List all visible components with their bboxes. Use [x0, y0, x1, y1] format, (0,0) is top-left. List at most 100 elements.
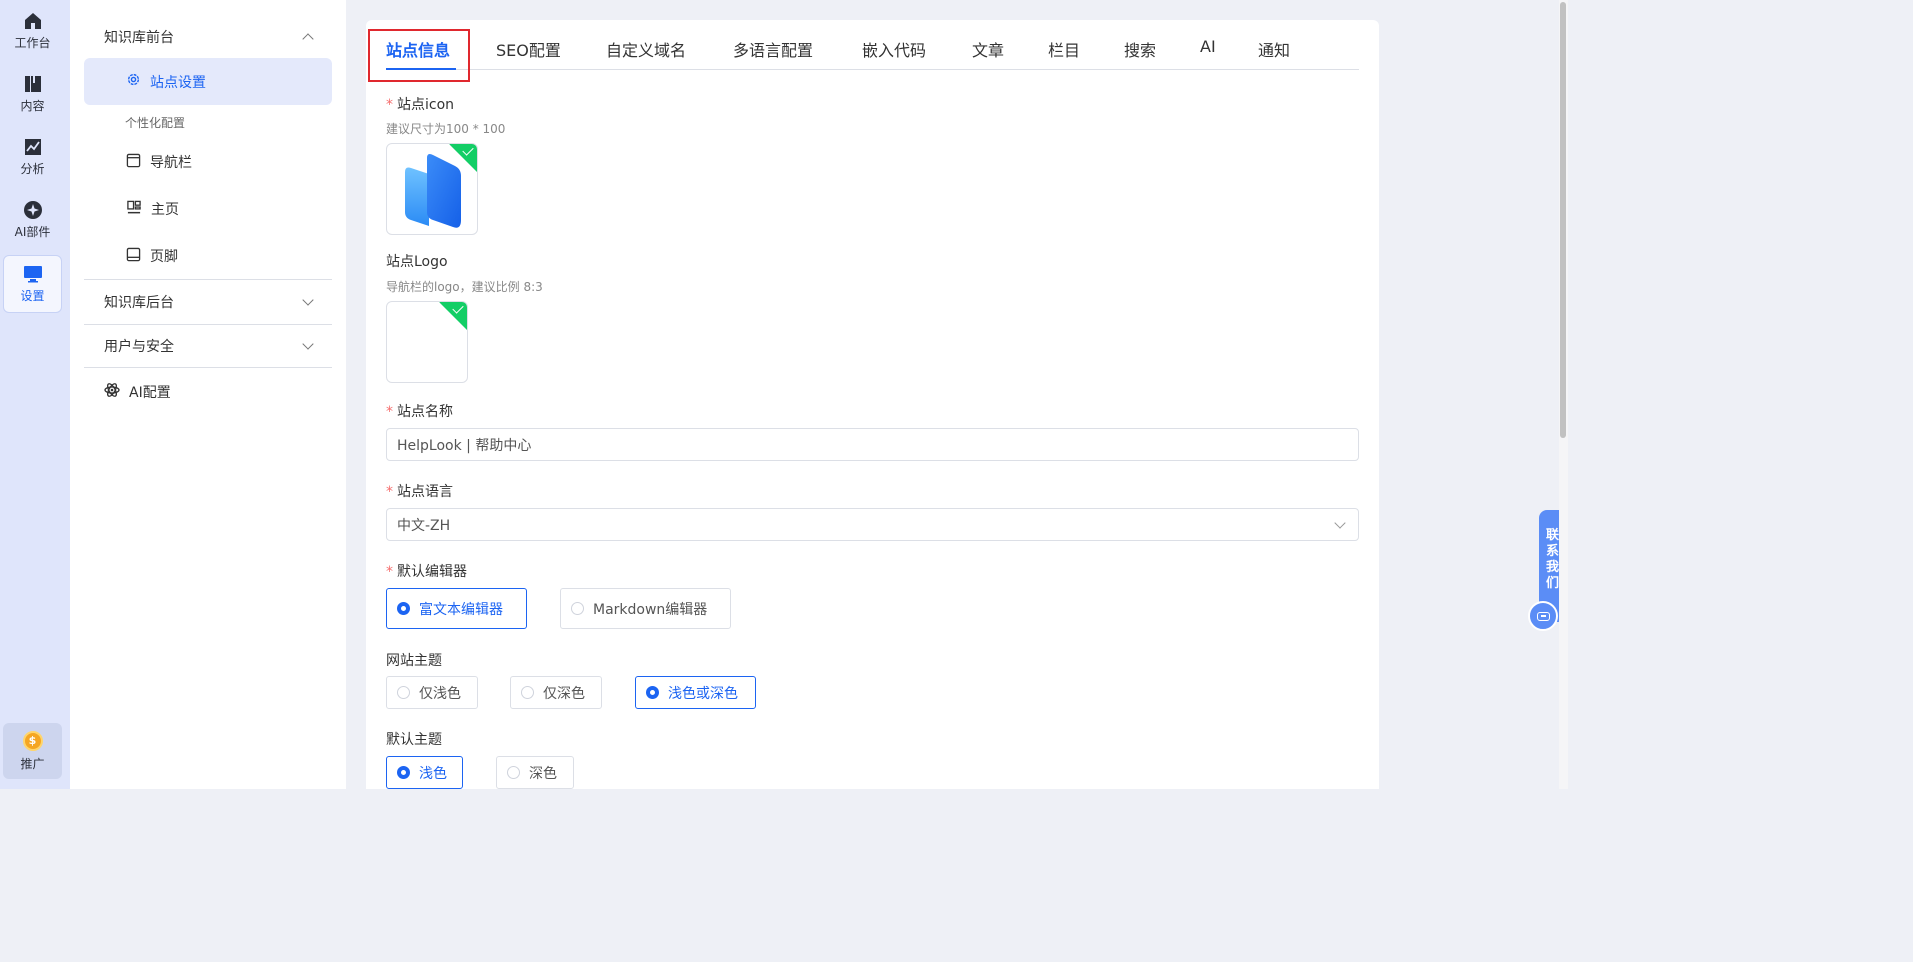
- book-icon: [23, 74, 43, 94]
- tab-multilingual[interactable]: 多语言配置: [733, 37, 813, 61]
- site-icon-image: [399, 150, 465, 234]
- tabs-divider: [386, 69, 1359, 70]
- default-theme-option-light[interactable]: 浅色: [386, 756, 463, 789]
- rail-item-workbench[interactable]: 工作台: [3, 2, 62, 60]
- divider: [84, 367, 332, 368]
- rail-item-content[interactable]: 内容: [3, 65, 62, 123]
- input-value: HelpLook | 帮助中心: [397, 437, 532, 454]
- rail-item-promotion[interactable]: $ 推广: [3, 723, 62, 779]
- radio-checked: [397, 766, 410, 779]
- footer-icon: [126, 247, 141, 266]
- monitor-icon: [23, 264, 43, 284]
- theme-option-light-only[interactable]: 仅浅色: [386, 676, 478, 709]
- option-label: 富文本编辑器: [419, 601, 503, 618]
- site-logo-hint: 导航栏的logo，建议比例 8:3: [386, 280, 543, 294]
- rail-item-settings[interactable]: 设置: [3, 255, 62, 313]
- default-theme-option-dark[interactable]: 深色: [496, 756, 574, 789]
- label-text: 站点语言: [397, 484, 453, 500]
- rail-label: 内容: [20, 99, 45, 113]
- option-label: 浅色或深色: [668, 685, 738, 702]
- rail-label: 设置: [20, 289, 45, 303]
- required-mark: *: [386, 97, 393, 113]
- required-mark: *: [386, 484, 393, 500]
- option-label: 仅深色: [543, 685, 585, 702]
- tab-custom-domain[interactable]: 自定义域名: [606, 37, 686, 61]
- label-text: 默认编辑器: [397, 564, 467, 580]
- coin-icon: $: [22, 730, 43, 751]
- required-mark: *: [386, 564, 393, 580]
- sidebar-item-site-settings[interactable]: 站点设置: [84, 58, 332, 105]
- tab-ai[interactable]: AI: [1200, 37, 1216, 56]
- option-label: 仅浅色: [419, 685, 461, 702]
- settings-tabs: 站点信息 SEO配置 自定义域名 多语言配置 嵌入代码 文章 栏目 搜索 AI …: [366, 20, 1379, 82]
- radio-unchecked: [521, 686, 534, 699]
- option-label: Markdown编辑器: [593, 601, 708, 618]
- site-icon-label: * 站点icon: [386, 94, 454, 114]
- sidebar-item-label: 导航栏: [150, 155, 192, 171]
- section-title: 用户与安全: [104, 339, 174, 355]
- default-theme-label: 默认主题: [386, 732, 442, 748]
- section-backend[interactable]: 知识库后台: [84, 280, 332, 324]
- chat-icon: [1536, 611, 1550, 621]
- section-user-security[interactable]: 用户与安全: [84, 324, 332, 368]
- site-name-label: * 站点名称: [386, 401, 453, 421]
- site-logo-upload[interactable]: [386, 301, 468, 383]
- settings-sidebar: 知识库前台 站点设置 个性化配置 导航栏 主页 页脚 知识库后台 用户与安全 A…: [70, 0, 346, 789]
- sidebar-item-label: 站点设置: [150, 74, 206, 91]
- site-logo-label: 站点Logo: [386, 254, 448, 270]
- select-value: 中文-ZH: [397, 517, 451, 534]
- sidebar-item-footer[interactable]: 页脚: [84, 234, 332, 278]
- site-name-input[interactable]: HelpLook | 帮助中心: [386, 428, 1359, 461]
- section-title: 知识库后台: [104, 295, 174, 311]
- rail-item-ai-widget[interactable]: AI部件: [3, 191, 62, 249]
- chevron-down-icon: [302, 294, 314, 306]
- sidebar-item-home[interactable]: 主页: [84, 187, 332, 231]
- upload-success-flag: [439, 302, 467, 331]
- rail-label: 分析: [20, 162, 45, 176]
- tab-articles[interactable]: 文章: [972, 37, 1004, 61]
- editor-option-rich-text[interactable]: 富文本编辑器: [386, 588, 527, 629]
- radio-unchecked: [507, 766, 520, 779]
- option-label: 深色: [529, 765, 557, 782]
- dashboard-icon: [126, 200, 142, 219]
- theme-option-light-or-dark[interactable]: 浅色或深色: [635, 676, 756, 709]
- editor-option-markdown[interactable]: Markdown编辑器: [560, 588, 731, 629]
- tab-columns[interactable]: 栏目: [1048, 37, 1080, 61]
- sidebar-item-label: AI配置: [129, 385, 171, 401]
- section-frontend[interactable]: 知识库前台: [84, 15, 332, 59]
- tab-embed-code[interactable]: 嵌入代码: [862, 37, 926, 61]
- tab-notifications[interactable]: 通知: [1258, 37, 1290, 61]
- section-title: 知识库前台: [104, 30, 174, 46]
- required-mark: *: [386, 404, 393, 420]
- label-text: 站点名称: [397, 404, 453, 420]
- default-editor-label: * 默认编辑器: [386, 561, 467, 581]
- radio-unchecked: [397, 686, 410, 699]
- site-language-select[interactable]: 中文-ZH: [386, 508, 1359, 541]
- atom-icon: [104, 382, 120, 402]
- sidebar-item-label: 页脚: [150, 249, 178, 265]
- rail-label: AI部件: [14, 225, 51, 239]
- radio-checked: [646, 686, 659, 699]
- scrollbar-thumb[interactable]: [1560, 2, 1566, 438]
- sidebar-item-navbar[interactable]: 导航栏: [84, 140, 332, 184]
- tab-seo[interactable]: SEO配置: [496, 37, 561, 61]
- chat-button[interactable]: [1528, 601, 1558, 631]
- sidebar-item-ai-config[interactable]: AI配置: [84, 370, 332, 414]
- site-icon-upload[interactable]: [386, 143, 478, 235]
- chart-icon: [23, 137, 43, 157]
- group-label: 个性化配置: [125, 116, 186, 130]
- theme-option-dark-only[interactable]: 仅深色: [510, 676, 602, 709]
- app-rail: 工作台 内容 分析 AI部件 设置 $ 推广: [0, 0, 70, 789]
- rail-label: 工作台: [14, 36, 51, 50]
- website-theme-label: 网站主题: [386, 653, 442, 669]
- chevron-down-icon: [302, 338, 314, 350]
- ai-widget-icon: [23, 200, 43, 220]
- tab-search[interactable]: 搜索: [1124, 37, 1156, 61]
- site-icon-hint: 建议尺寸为100 * 100: [386, 122, 506, 136]
- rail-item-analysis[interactable]: 分析: [3, 128, 62, 186]
- chevron-up-icon: [302, 33, 314, 45]
- sidebar-item-label: 主页: [151, 202, 179, 218]
- highlight-box: [368, 29, 470, 82]
- label-text: 站点icon: [397, 97, 455, 113]
- home-icon: [23, 11, 43, 31]
